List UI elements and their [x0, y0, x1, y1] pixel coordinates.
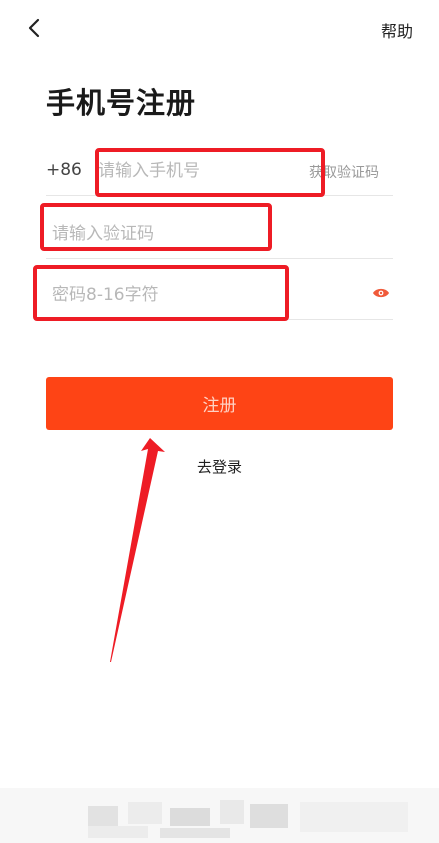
- phone-input[interactable]: [98, 156, 293, 186]
- top-bar: 帮助: [0, 0, 439, 56]
- password-row: [46, 268, 393, 320]
- go-login-link[interactable]: 去登录: [0, 456, 439, 477]
- eye-icon[interactable]: [372, 287, 390, 299]
- chevron-left-icon[interactable]: [22, 14, 48, 42]
- register-button[interactable]: 注册: [46, 377, 393, 430]
- country-code[interactable]: +86: [46, 160, 82, 180]
- blurred-watermark: [0, 788, 439, 843]
- page-title: 手机号注册: [46, 86, 197, 120]
- password-input[interactable]: [52, 280, 352, 310]
- help-link[interactable]: 帮助: [381, 18, 413, 42]
- verification-code-input[interactable]: [52, 219, 272, 249]
- code-row: [46, 207, 393, 259]
- get-code-button[interactable]: 获取验证码: [309, 162, 379, 182]
- phone-row: +86 获取验证码: [46, 146, 393, 196]
